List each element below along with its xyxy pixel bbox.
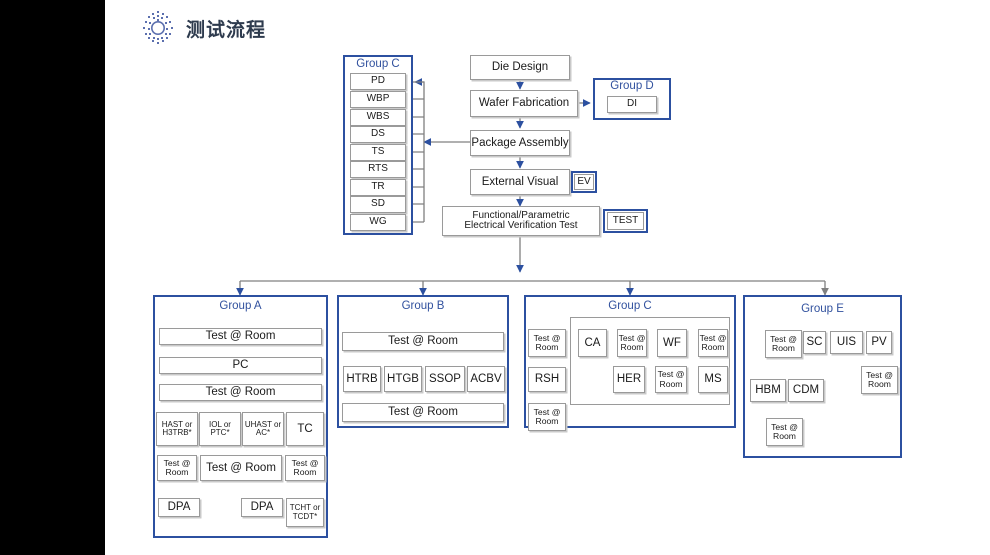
node-package-assembly: Package Assembly <box>470 130 570 156</box>
node-a-dpa-2: DPA <box>241 498 283 517</box>
node-a-dpa-1: DPA <box>158 498 200 517</box>
group-c-top-label: Group C <box>356 58 400 70</box>
node-a-post-2: Test @ Room <box>200 455 282 481</box>
node-wg: WG <box>350 214 406 231</box>
node-functional-test: Functional/Parametric Electrical Verific… <box>442 206 600 236</box>
node-external-visual: External Visual <box>470 169 570 195</box>
node-c-rsh: RSH <box>528 367 566 392</box>
node-a-test-room-2: Test @ Room <box>159 384 322 401</box>
node-b-test-room-bottom: Test @ Room <box>342 403 504 422</box>
node-wafer-fabrication: Wafer Fabrication <box>470 90 578 117</box>
node-wbs: WBS <box>350 109 406 126</box>
group-d-label: Group D <box>610 80 654 92</box>
node-a-post-1: Test @ Room <box>157 455 197 481</box>
node-e-pv: PV <box>866 331 892 354</box>
node-c-test-room-1: Test @ Room <box>528 329 566 357</box>
node-ds: DS <box>350 126 406 143</box>
node-b-htgb: HTGB <box>384 366 422 392</box>
group-b-label: Group B <box>401 300 445 312</box>
node-a-uhast: UHAST or AC* <box>242 412 284 446</box>
node-b-test-room-top: Test @ Room <box>342 332 504 351</box>
node-c-ca: CA <box>578 329 607 357</box>
node-c-test-room-4: Test @ Room <box>698 329 728 357</box>
node-e-sc: SC <box>803 331 826 354</box>
node-a-test-room-1: Test @ Room <box>159 328 322 345</box>
node-e-test-room-top: Test @ Room <box>765 330 802 358</box>
node-ts: TS <box>350 144 406 161</box>
node-b-htrb: HTRB <box>343 366 381 392</box>
node-e-cdm: CDM <box>788 379 824 402</box>
node-a-iol: IOL or PTC* <box>199 412 241 446</box>
node-a-post-3: Test @ Room <box>285 455 325 481</box>
node-sd: SD <box>350 196 406 213</box>
node-c-test-room-5: Test @ Room <box>655 366 687 393</box>
node-di: DI <box>607 96 657 113</box>
node-a-tc: TC <box>286 412 324 446</box>
node-wbp: WBP <box>350 91 406 108</box>
group-a-label: Group A <box>219 300 262 312</box>
node-c-her: HER <box>613 366 645 393</box>
node-b-acbv: ACBV <box>467 366 505 392</box>
node-a-hast: HAST or H3TRB* <box>156 412 198 446</box>
node-c-test-room-3: Test @ Room <box>617 329 647 357</box>
diagram-canvas: Group C PD WBP WBS DS TS RTS TR SD WG Di… <box>0 0 990 555</box>
node-a-pc: PC <box>159 357 322 374</box>
node-pd: PD <box>350 73 406 90</box>
node-ev: EV <box>574 174 594 190</box>
node-b-ssop: SSOP <box>425 366 465 392</box>
node-test: TEST <box>607 212 644 230</box>
node-e-hbm: HBM <box>750 379 786 402</box>
node-die-design: Die Design <box>470 55 570 80</box>
node-c-wf: WF <box>657 329 687 357</box>
node-e-test-room-pv: Test @ Room <box>861 366 898 394</box>
group-e-label: Group E <box>801 303 844 315</box>
node-a-tcht: TCHT or TCDT* <box>286 498 324 527</box>
node-c-test-room-2: Test @ Room <box>528 403 566 431</box>
node-c-ms: MS <box>698 366 728 393</box>
connector-layer <box>172 78 883 498</box>
node-tr: TR <box>350 179 406 196</box>
group-c-bottom-label: Group C <box>608 300 652 312</box>
node-e-uis: UIS <box>830 331 863 354</box>
node-e-test-room-esd: Test @ Room <box>766 418 803 446</box>
node-rts: RTS <box>350 161 406 178</box>
